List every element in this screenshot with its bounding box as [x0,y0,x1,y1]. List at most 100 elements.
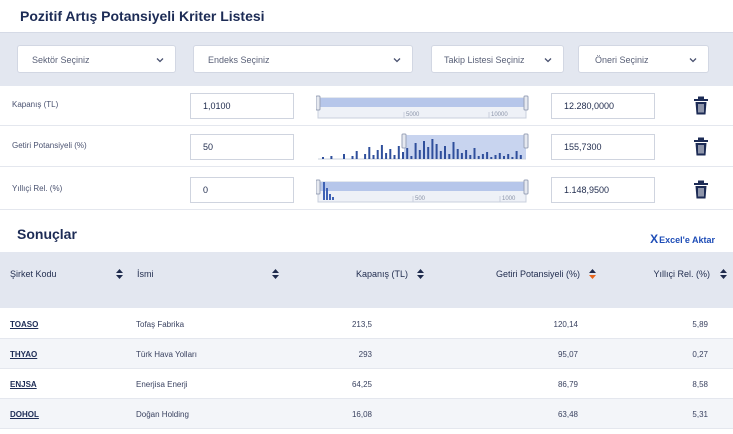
max-input[interactable]: 1.148,9500 [551,177,655,203]
close-value: 16,08 [351,410,372,419]
histogram-bar [364,154,367,159]
histogram-bar [414,143,417,159]
histogram-bar [507,154,510,159]
export-excel-link[interactable]: XExcel'e Aktar [650,232,715,246]
sort-active-icon[interactable] [589,269,596,279]
histogram-bar [322,157,324,159]
column-header-name[interactable]: İsmi [137,269,154,279]
potential-value: 86,79 [557,380,578,389]
histogram-bar [343,154,345,159]
page-title: Pozitif Artış Potansiyeli Kriter Listesi [20,8,265,24]
min-input[interactable]: 0 [190,177,294,203]
potential-value: 95,07 [557,350,578,359]
table-row: DOHOL Doğan Holding 16,08 63,48 5,31 [0,399,733,429]
column-header-code[interactable]: Şirket Kodu [10,269,57,279]
histogram-bar [385,153,388,159]
range-slider-potential[interactable] [316,133,530,161]
histogram-bar [481,154,484,159]
histogram-bar [519,155,522,159]
histogram-bar [494,155,497,159]
histogram-bar [397,146,400,159]
column-header-close[interactable]: Kapanış (TL) [340,269,408,279]
chevron-down-icon [689,58,697,63]
min-input[interactable]: 50 [190,134,294,160]
company-name: Enerjisa Enerji [136,380,188,389]
criterion-row-potential: Getiri Potansiyeli (%) 50 155,7300 [0,127,733,167]
histogram-bar [490,157,493,159]
histogram-bar [427,147,430,159]
histogram-bar [515,151,518,159]
company-name: Türk Hava Yolları [136,350,197,359]
results-title: Sonuçlar [17,226,77,242]
histogram-bar [486,152,489,159]
sector-select-label: Sektör Seçiniz [32,55,90,65]
company-code-link[interactable]: ENJSA [10,380,37,389]
column-header-label: Şirket Kodu [10,269,57,279]
sector-select[interactable]: Sektör Seçiniz [17,45,176,73]
histogram-bar [389,149,392,159]
chevron-down-icon [544,58,552,63]
sort-icon[interactable] [116,269,123,279]
histogram-bar [460,153,463,159]
histogram-bar [439,151,442,159]
table-row: THYAO Türk Hava Yolları 293 95,07 0,27 [0,339,733,369]
sort-icon[interactable] [272,269,279,279]
trash-icon[interactable] [693,180,709,199]
max-input[interactable]: 12.280,0000 [551,93,655,119]
histogram-bar [477,156,480,159]
histogram-bar [368,147,371,159]
criterion-label: Getiri Potansiyeli (%) [12,141,87,150]
rel-value: 5,31 [692,410,708,419]
histogram-bar [511,157,514,159]
column-header-label: Kapanış (TL) [355,269,408,279]
histogram-bar [473,148,476,159]
potential-value: 120,14 [553,320,578,329]
min-input[interactable]: 1,0100 [190,93,294,119]
histogram-bar [435,144,438,159]
table-header: Şirket Kodu İsmi Kapanış (TL) Getiri Pot… [0,252,733,308]
trash-icon[interactable] [693,137,709,156]
column-header-label: İsmi [137,269,154,279]
suggestion-select[interactable]: Öneri Seçiniz [578,45,709,73]
slider-tick-label: 500 [415,196,426,202]
histogram-bar [355,151,358,159]
watchlist-select-label: Takip Listesi Seçiniz [444,55,525,65]
x-excel-icon: X [650,232,659,246]
range-slider-close[interactable]: 5000 10000 [316,92,530,120]
histogram-bar [448,154,451,159]
rel-value: 0,27 [692,350,708,359]
histogram-bar [469,155,472,159]
histogram-bar [351,156,354,159]
histogram-bar [393,155,396,159]
slider-tick-label: 10000 [491,112,508,118]
filter-bar: Sektör Seçiniz Endeks Seçiniz Takip List… [0,32,733,86]
table-row: TOASO Tofaş Fabrika 213,5 120,14 5,89 [0,309,733,339]
histogram-bar [498,153,501,159]
histogram-bar [418,150,421,159]
close-value: 293 [358,350,372,359]
column-header-label: Getiri Potansiyeli (%) [495,269,580,279]
trash-icon[interactable] [693,96,709,115]
sort-icon[interactable] [417,269,424,279]
column-header-label: Yıllıçi Rel. (%) [653,269,710,279]
histogram-bar [402,152,404,159]
histogram-bar [372,155,375,159]
company-code-link[interactable]: THYAO [10,350,37,359]
histogram-bar [452,142,455,159]
index-select[interactable]: Endeks Seçiniz [193,45,413,73]
histogram-bar [503,156,505,159]
sort-icon[interactable] [720,269,727,279]
range-slider-rel[interactable]: 500 1000 [316,176,530,204]
company-code-link[interactable]: DOHOL [10,410,39,419]
column-header-potential[interactable]: Getiri Potansiyeli (%) [450,269,580,279]
histogram-bar [376,150,379,159]
column-header-rel[interactable]: Yıllıçi Rel. (%) [630,269,710,279]
rel-value: 8,58 [692,380,708,389]
criterion-label: Yıllıçi Rel. (%) [12,184,63,193]
rel-value: 5,89 [692,320,708,329]
max-input[interactable]: 155,7300 [551,134,655,160]
histogram-bar [465,150,468,159]
company-code-link[interactable]: TOASO [10,320,38,329]
watchlist-select[interactable]: Takip Listesi Seçiniz [431,45,564,73]
potential-value: 63,48 [557,410,578,419]
